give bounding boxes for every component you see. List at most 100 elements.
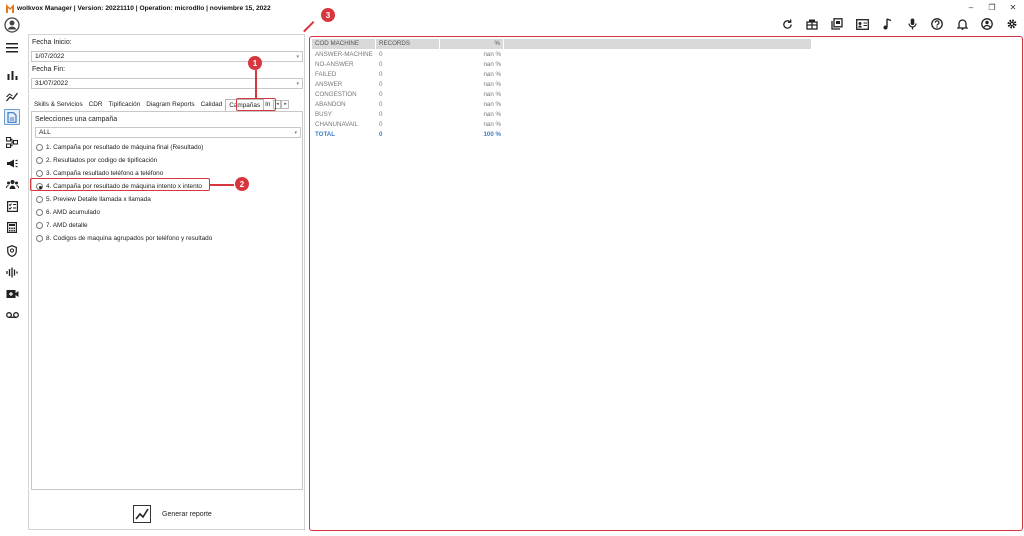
- campaign-select-value: ALL: [39, 129, 51, 136]
- report-option-label: 7. AMD detalle: [46, 222, 88, 229]
- cell-total-percent: 100 %: [483, 131, 501, 138]
- restore-button[interactable]: ❐: [987, 3, 997, 12]
- close-button[interactable]: ✕: [1008, 3, 1018, 12]
- voicemail-icon[interactable]: [4, 307, 20, 323]
- report-option-5[interactable]: 5. Preview Detalle llamada x llamada: [36, 196, 151, 203]
- cell-records: 0: [379, 71, 383, 78]
- toolbar-icons: [780, 17, 1019, 31]
- calculator-icon[interactable]: [4, 219, 20, 235]
- account-icon[interactable]: [980, 17, 994, 31]
- menu-hamburger-icon[interactable]: [4, 40, 20, 56]
- callout-badge-3: 3: [321, 8, 335, 22]
- table-row[interactable]: NO-ANSWER 0 nan %: [312, 60, 504, 70]
- gallery-icon[interactable]: [830, 17, 844, 31]
- users-group-icon[interactable]: [4, 176, 20, 192]
- fecha-inicio-label: Fecha Inicio:: [32, 39, 72, 46]
- table-row[interactable]: FAILED 0 nan %: [312, 70, 504, 80]
- table-row[interactable]: ANSWER 0 nan %: [312, 80, 504, 90]
- campaign-megaphone-icon[interactable]: [4, 155, 20, 171]
- cell-records: 0: [379, 121, 383, 128]
- checklist-icon[interactable]: [4, 198, 20, 214]
- radio-button[interactable]: [36, 209, 43, 216]
- campaign-select-label: Selecciones una campaña: [35, 116, 118, 123]
- settings-gear-icon[interactable]: [1005, 17, 1019, 31]
- security-shield-icon[interactable]: [4, 243, 20, 259]
- chevron-down-icon[interactable]: ▾: [294, 128, 297, 138]
- cell-cod-machine: ANSWER: [315, 81, 343, 88]
- minimize-button[interactable]: –: [966, 3, 976, 12]
- report-option-label: 5. Preview Detalle llamada x llamada: [46, 196, 151, 203]
- report-option-8[interactable]: 8. Codigos de maquina agrupados por telé…: [36, 235, 212, 242]
- report-option-3[interactable]: 3. Campaña resultado teléfono a teléfono: [36, 170, 163, 177]
- contact-card-icon[interactable]: [855, 17, 869, 31]
- bar-chart-icon[interactable]: [4, 66, 20, 82]
- chevron-down-icon[interactable]: ▾: [296, 79, 299, 89]
- user-avatar-icon[interactable]: [4, 17, 20, 33]
- audio-wave-icon[interactable]: [4, 264, 20, 280]
- column-header-percent[interactable]: %: [440, 39, 504, 49]
- report-option-7[interactable]: 7. AMD detalle: [36, 222, 88, 229]
- column-header-records[interactable]: RECORDS: [376, 39, 440, 49]
- left-sidebar: [0, 36, 24, 336]
- cell-records: 0: [379, 91, 383, 98]
- campaign-tab-content: Selecciones una campaña ALL ▾ 1. Campaña…: [31, 111, 303, 490]
- gift-icon[interactable]: [805, 17, 819, 31]
- report-option-label: 1. Campaña por resultado de máquina fina…: [46, 144, 204, 151]
- music-note-icon[interactable]: [880, 17, 894, 31]
- column-header-cod-machine[interactable]: COD MACHINE: [312, 39, 376, 49]
- help-icon[interactable]: [930, 17, 944, 31]
- table-row-total[interactable]: TOTAL 0 100 %: [312, 130, 504, 140]
- cell-percent: nan %: [483, 91, 501, 98]
- trend-chart-icon: [133, 505, 151, 523]
- report-option-label: 6. AMD acumulado: [46, 209, 100, 216]
- report-option-label: 3. Campaña resultado teléfono a teléfono: [46, 170, 164, 177]
- tab-calidad[interactable]: Calidad: [198, 99, 226, 111]
- radio-button[interactable]: [36, 222, 43, 229]
- microphone-icon[interactable]: [905, 17, 919, 31]
- table-row[interactable]: CONGESTION 0 nan %: [312, 90, 504, 100]
- table-row[interactable]: ANSWER-MACHINE 0 nan %: [312, 50, 504, 60]
- flow-diagram-icon[interactable]: [4, 134, 20, 150]
- results-grid-header: COD MACHINE RECORDS %: [312, 39, 811, 49]
- report-option-1[interactable]: 1. Campaña por resultado de máquina fina…: [36, 144, 203, 151]
- radio-button[interactable]: [36, 196, 43, 203]
- table-row[interactable]: CHANUNAVAIL 0 nan %: [312, 120, 504, 130]
- reports-icon[interactable]: [4, 109, 20, 125]
- fecha-fin-field[interactable]: 31/07/2022 ▾: [31, 78, 303, 89]
- cell-cod-machine: CHANUNAVAIL: [315, 121, 359, 128]
- cell-percent: nan %: [483, 71, 501, 78]
- highlight-campanas-tab: [236, 98, 276, 111]
- radio-button[interactable]: [36, 157, 43, 164]
- report-option-6[interactable]: 6. AMD acumulado: [36, 209, 100, 216]
- fecha-inicio-field[interactable]: 1/07/2022 ▾: [31, 51, 303, 62]
- callout-1-arrow: [255, 70, 257, 98]
- refresh-icon[interactable]: [780, 17, 794, 31]
- cell-cod-machine: ABANDON: [315, 101, 346, 108]
- chevron-right-icon[interactable]: ▸: [281, 100, 290, 109]
- video-add-icon[interactable]: [4, 286, 20, 302]
- tab-skills-servicios[interactable]: Skills & Servicios: [31, 99, 86, 111]
- app-logo-icon: [6, 3, 14, 13]
- tab-tipificacion[interactable]: Tipificación: [106, 99, 144, 111]
- chevron-down-icon[interactable]: ▾: [296, 52, 299, 62]
- cell-records: 0: [379, 81, 383, 88]
- callout-badge-1: 1: [248, 56, 262, 70]
- radio-button[interactable]: [36, 235, 43, 242]
- window-title: wolkvox Manager | Version: 20221110 | Op…: [17, 4, 271, 12]
- fecha-fin-value: 31/07/2022: [35, 80, 69, 87]
- report-option-label: 8. Codigos de maquina agrupados por telé…: [46, 235, 213, 242]
- table-row[interactable]: ABANDON 0 nan %: [312, 100, 504, 110]
- fecha-fin-label: Fecha Fin:: [32, 66, 66, 73]
- tab-cdr[interactable]: CDR: [86, 99, 106, 111]
- cell-percent: nan %: [483, 101, 501, 108]
- table-row[interactable]: BUSY 0 nan %: [312, 110, 504, 120]
- radio-button[interactable]: [36, 144, 43, 151]
- campaign-select[interactable]: ALL ▾: [35, 127, 301, 138]
- notification-bell-icon[interactable]: [955, 17, 969, 31]
- radio-button[interactable]: [36, 170, 43, 177]
- analytics-icon[interactable]: [4, 88, 20, 104]
- report-option-2[interactable]: 2. Resultados por codigo de tipificación: [36, 157, 157, 164]
- window-controls: – ❐ ✕: [966, 3, 1018, 12]
- tab-diagram-reports[interactable]: Diagram Reports: [143, 99, 197, 111]
- generate-report-button[interactable]: Generar reporte: [133, 505, 212, 523]
